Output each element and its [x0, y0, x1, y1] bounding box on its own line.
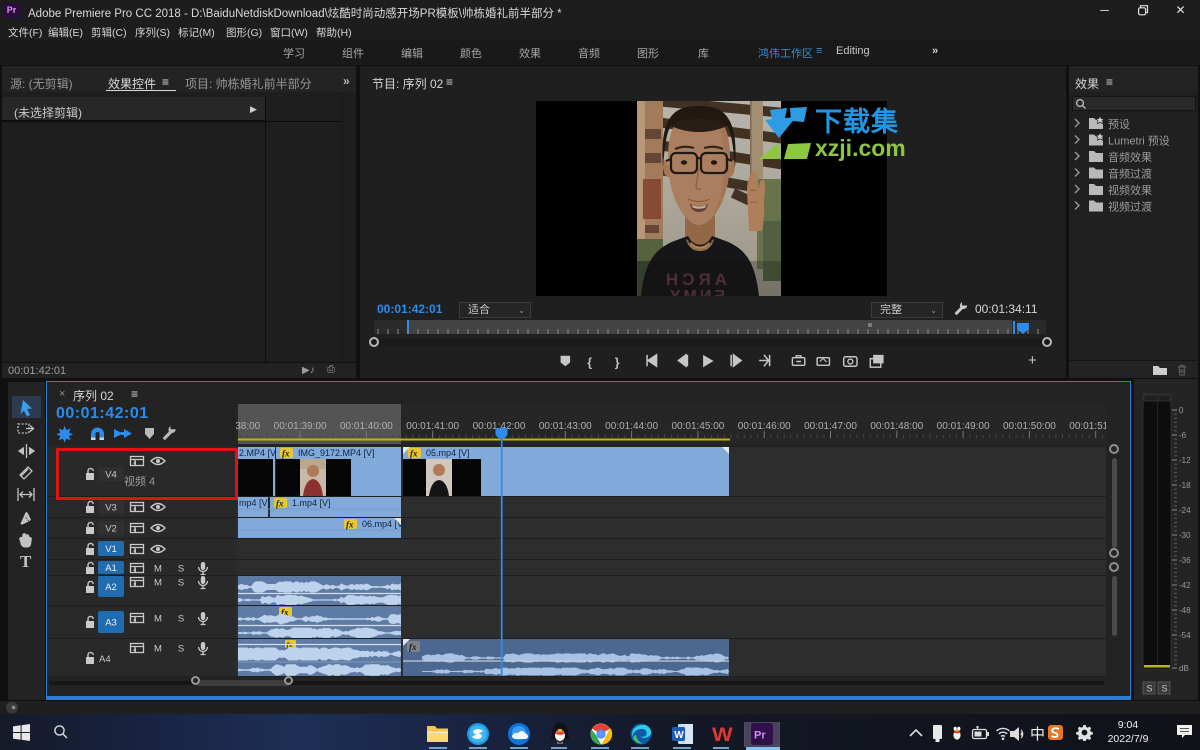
svg-text:M: M	[154, 644, 162, 655]
svg-text:}: }	[615, 355, 620, 369]
svg-text:00:01:49:00: 00:01:49:00	[937, 421, 990, 432]
svg-text:V3: V3	[105, 503, 117, 514]
svg-text:-6: -6	[1179, 431, 1187, 440]
svg-text:S: S	[1147, 684, 1153, 694]
svg-text:S: S	[178, 578, 184, 589]
svg-text:A3: A3	[105, 618, 117, 629]
svg-text:-42: -42	[1179, 581, 1191, 590]
svg-text:00:01:48:00: 00:01:48:00	[870, 421, 923, 432]
svg-text:视频效果: 视频效果	[1108, 183, 1152, 197]
svg-text:05.mp4 [V]: 05.mp4 [V]	[426, 448, 470, 458]
svg-text:dB: dB	[1179, 664, 1189, 673]
svg-text:fx: fx	[410, 449, 418, 459]
svg-text:00:01:41:00: 00:01:41:00	[406, 421, 459, 432]
svg-text:M: M	[154, 578, 162, 589]
svg-text:S: S	[178, 564, 184, 575]
svg-text:Lumetri 预设: Lumetri 预设	[1108, 135, 1170, 148]
svg-text:W: W	[674, 730, 684, 741]
svg-text:fx: fx	[409, 642, 417, 652]
svg-text:A2: A2	[105, 582, 117, 593]
svg-text:S: S	[178, 644, 184, 655]
svg-text:-18: -18	[1179, 481, 1191, 490]
svg-text:-30: -30	[1179, 531, 1191, 540]
svg-text:中: 中	[1030, 726, 1045, 743]
svg-text:00:01:39:00: 00:01:39:00	[274, 421, 327, 432]
svg-text:-36: -36	[1179, 556, 1191, 565]
svg-text:00:01:51:00: 00:01:51:00	[1069, 421, 1106, 432]
svg-text:-54: -54	[1179, 631, 1191, 640]
svg-text:S: S	[1162, 684, 1168, 694]
svg-text:00:01:47:00: 00:01:47:00	[804, 421, 857, 432]
svg-text:0: 0	[1179, 406, 1184, 415]
svg-text:M: M	[154, 614, 162, 625]
svg-text:T: T	[20, 552, 32, 571]
svg-text:00:01:43:00: 00:01:43:00	[539, 421, 592, 432]
svg-text:下载集: 下载集	[815, 106, 899, 137]
svg-text:V1: V1	[105, 544, 117, 555]
svg-text:00:01:44:00: 00:01:44:00	[605, 421, 658, 432]
svg-text:-12: -12	[1179, 456, 1191, 465]
svg-text:00:01:40:00: 00:01:40:00	[340, 421, 393, 432]
svg-text:{: {	[587, 355, 592, 369]
svg-text:fx: fx	[276, 499, 284, 509]
svg-text:00:01:38:00: 00:01:38:00	[236, 421, 261, 432]
svg-text:mp4 [V]: mp4 [V]	[239, 498, 270, 508]
svg-text:V2: V2	[105, 524, 117, 535]
svg-text:视频过渡: 视频过渡	[1108, 200, 1152, 214]
svg-text:音频效果: 音频效果	[1108, 150, 1152, 164]
svg-text:预设: 预设	[1108, 118, 1130, 131]
svg-text:fx: fx	[282, 449, 290, 459]
svg-text:A1: A1	[105, 563, 117, 574]
svg-text:xzji.com: xzji.com	[815, 135, 906, 161]
svg-text:IMG_9172.MP4 [V]: IMG_9172.MP4 [V]	[298, 448, 375, 458]
svg-text:Pr: Pr	[754, 730, 766, 742]
svg-text:A4: A4	[99, 654, 111, 665]
svg-text:2.MP4 [V]: 2.MP4 [V]	[239, 448, 279, 458]
svg-text:00:01:50:00: 00:01:50:00	[1003, 421, 1056, 432]
svg-text:音频过渡: 音频过渡	[1108, 167, 1152, 181]
svg-text:M: M	[154, 564, 162, 575]
svg-text:00:01:45:00: 00:01:45:00	[671, 421, 724, 432]
svg-text:1.mp4 [V]: 1.mp4 [V]	[292, 498, 331, 508]
svg-text:S: S	[178, 614, 184, 625]
svg-text:fx: fx	[346, 520, 354, 530]
svg-text:00:01:46:00: 00:01:46:00	[738, 421, 791, 432]
svg-text:-48: -48	[1179, 606, 1191, 615]
svg-text:W: W	[712, 724, 733, 745]
svg-text:-24: -24	[1179, 506, 1191, 515]
